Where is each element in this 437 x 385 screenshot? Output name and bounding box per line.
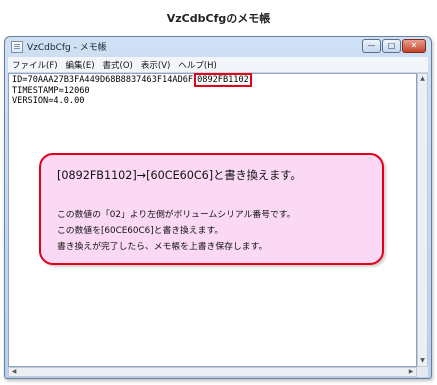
annotation-callout: [0892FB1102]→[60CE60C6]と書き換えます。 この数値の「02… <box>39 153 384 265</box>
window-controls: — □ ✕ <box>362 39 426 53</box>
callout-line-1: この数値の「02」より左側がボリュームシリアル番号です。 <box>57 210 296 220</box>
version-line: VERSION=4.0.00 <box>12 96 85 106</box>
menu-file[interactable]: ファイル(F) <box>12 59 58 71</box>
menu-view[interactable]: 表示(V) <box>141 59 170 71</box>
maximize-button[interactable]: □ <box>382 39 401 53</box>
id-value: ID=70AAA27B3FA449D68B8837463F14AD6F <box>12 75 194 85</box>
scroll-left-icon[interactable]: ◀ <box>9 368 19 376</box>
horizontal-scrollbar[interactable]: ◀ ▶ <box>8 367 417 377</box>
menu-edit[interactable]: 編集(E) <box>66 59 95 71</box>
callout-line-3: 書き換えが完了したら、メモ帳を上書き保存します。 <box>57 242 268 252</box>
scroll-right-icon[interactable]: ▶ <box>406 368 416 376</box>
callout-heading: [0892FB1102]→[60CE60C6]と書き換えます。 <box>57 169 302 182</box>
screenshot-caption: VzCdbCfgのメモ帳 <box>166 12 271 25</box>
title-bar[interactable]: VzCdbCfg - メモ帳 — □ ✕ <box>5 37 431 57</box>
close-button[interactable]: ✕ <box>402 39 426 53</box>
resize-grip[interactable] <box>417 367 428 377</box>
vertical-scrollbar[interactable]: ▲ ▼ <box>417 73 428 367</box>
menu-bar: ファイル(F) 編集(E) 書式(O) 表示(V) ヘルプ(H) <box>8 57 428 73</box>
id-line: ID=70AAA27B3FA449D68B8837463F14AD6F 0892F… <box>12 73 252 87</box>
id-highlight-box: 0892FB1102 <box>194 73 252 87</box>
menu-format[interactable]: 書式(O) <box>103 59 133 71</box>
minimize-button[interactable]: — <box>362 39 381 53</box>
scroll-up-icon[interactable]: ▲ <box>418 74 427 84</box>
timestamp-line: TIMESTAMP=12060 <box>12 86 90 96</box>
scroll-down-icon[interactable]: ▼ <box>418 356 427 366</box>
window-title: VzCdbCfg - メモ帳 <box>27 43 107 53</box>
notepad-icon <box>11 41 23 53</box>
callout-line-2: この数値を[60CE60C6]と書き換えます。 <box>57 226 224 236</box>
menu-help[interactable]: ヘルプ(H) <box>178 59 217 71</box>
